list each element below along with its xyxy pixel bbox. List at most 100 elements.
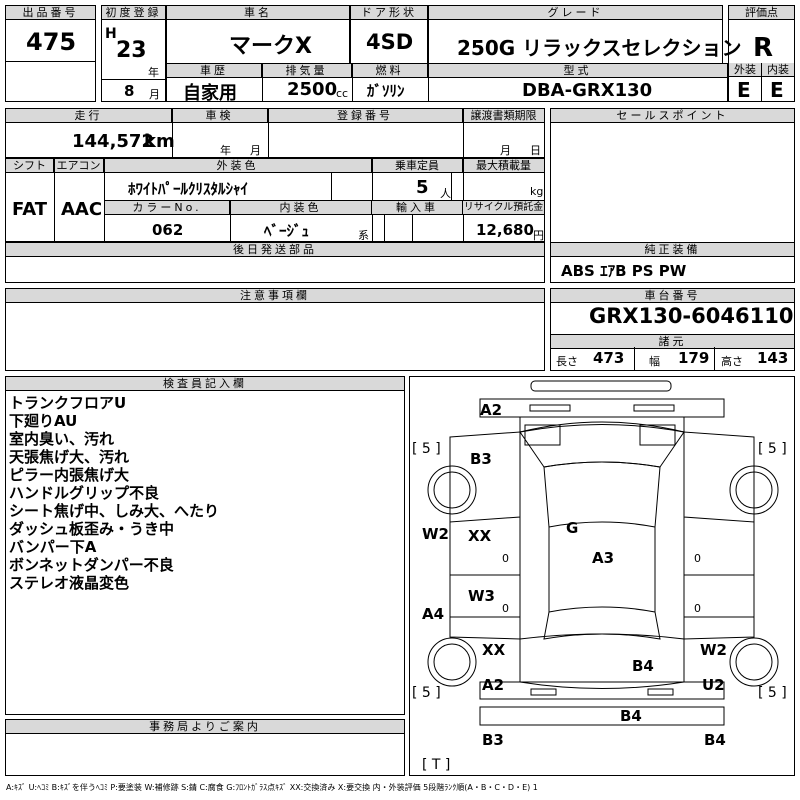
height: 143 (757, 349, 789, 367)
equipment: ABS ｴｱB PS PW (561, 262, 687, 280)
car-name-label: 車名 (167, 6, 349, 20)
load-label: 最大積載量 (463, 159, 544, 173)
score: R (753, 33, 774, 63)
recycle-unit: 円 (533, 229, 544, 242)
shift-label: シフト (6, 159, 54, 173)
sales-point-box: セールスポイント (550, 108, 795, 255)
tire-front-right: [ 5 ] (758, 441, 787, 457)
note-line: 下廻りAU (9, 412, 78, 430)
year-unit: 年 (148, 66, 159, 79)
model-label: 型式 (428, 64, 727, 78)
lot-label: 出品番号 (6, 6, 95, 20)
mileage-unit: km (144, 131, 175, 152)
fuel-label: 燃料 (352, 64, 428, 78)
import-label: 輸入車 (372, 201, 463, 215)
transfer-month-unit: 月 (500, 144, 511, 157)
exterior-color: ﾎﾜｲﾄﾊﾟｰﾙｸﾘｽﾀﾙｼｬｲ (128, 180, 249, 198)
door-type: 4SD (366, 30, 414, 54)
ext-grade: E (737, 78, 751, 102)
history-label: 車歴 (167, 64, 262, 78)
note-line: 天張焦げ大、汚れ (9, 448, 130, 466)
model-code: DBA-GRX130 (522, 80, 653, 101)
history: 自家用 (183, 83, 237, 104)
color-label: 外装色 (104, 159, 372, 173)
lot-box: 出品番号 475 (5, 5, 96, 102)
displacement: 2500 (287, 79, 338, 100)
grade-label: グレード (429, 6, 722, 20)
registration-box: 初度登録 H 23 年 8 月 (101, 5, 166, 102)
note-line: ステレオ液晶変色 (9, 574, 130, 592)
interior-color: ﾍﾞｰｼﾞｭ (264, 222, 310, 240)
damage-b4-rear-bumper: B4 (620, 707, 642, 725)
inspection-label: 車検 (172, 109, 268, 123)
office-box: 事務局よりご案内 (5, 719, 405, 776)
car-name-box: 車名 マークX (166, 5, 350, 64)
int-grade: E (770, 78, 784, 102)
damage-w2-right: W2 (700, 641, 727, 659)
transfer-day-unit: 日 (530, 144, 541, 157)
row2-box: 走行 車検 登録番号 譲渡書類期限 144,572 km 年 月 月 日 (5, 108, 545, 158)
sales-point-label: セールスポイント (551, 109, 794, 123)
chassis-number: GRX130-6046110 (589, 304, 794, 328)
score-box: 評価点 R 外装 内装 E E (728, 5, 795, 102)
note-line: トランクフロアU (9, 394, 127, 412)
month-unit: 月 (149, 88, 160, 101)
damage-b3-front-left: B3 (470, 450, 492, 468)
inspector-notes-box: 検査員記入欄 トランクフロアU 下廻りAU 室内臭い、汚れ 天張焦げ大、汚れ ピ… (5, 376, 405, 715)
notes-list: トランクフロアU 下廻りAU 室内臭い、汚れ 天張焦げ大、汚れ ピラー内張焦げ大… (9, 394, 219, 592)
registration-label: 初度登録 (102, 6, 165, 20)
length-label: 長さ (556, 355, 578, 368)
int-label: 内装 (762, 63, 794, 77)
reg-year: 23 (116, 38, 147, 63)
reg-month: 8 (124, 82, 135, 100)
specs-label: 諸元 (551, 334, 794, 349)
damage-u2-rear: U2 (702, 676, 725, 694)
door-box: ドア形状 4SD (350, 5, 428, 64)
transfer-label: 譲渡書類期限 (463, 109, 544, 123)
damage-w2-left: W2 (422, 525, 449, 543)
damage-g-windshield: G (566, 519, 579, 537)
capacity-label: 乗車定員 (372, 159, 463, 173)
grade-box: グレード 250G リラックスセレクション (428, 5, 742, 64)
legend: A:ｷｽﾞ U:ﾍｺﾐ B:ｷｽﾞを伴うﾍｺﾐ P:要塗装 W:補修跡 S:錆 … (6, 783, 538, 792)
displacement-label: 排気量 (262, 64, 352, 78)
mileage: 144,572 (72, 131, 154, 152)
inspection-year-unit: 年 (220, 144, 231, 157)
damage-b3-rear-left: B3 (482, 731, 504, 749)
mileage-label: 走行 (6, 109, 172, 123)
damage-b4-rear: B4 (632, 657, 654, 675)
inspector-notes-label: 検査員記入欄 (6, 377, 404, 391)
capacity-unit: 人 (440, 187, 451, 200)
recycle-label: リサイクル預託金 (463, 201, 544, 215)
history-box: 車歴 排気量 燃料 型式 自家用 2500 cc ｶﾞｿﾘﾝ DBA-GRX13… (166, 63, 728, 104)
length: 473 (593, 349, 625, 367)
equipment-box: 純正装備 ABS ｴｱB PS PW (550, 242, 795, 283)
width: 179 (678, 349, 710, 367)
ac-label: エアコン (54, 159, 104, 173)
later-parts-label: 後日発送部品 (6, 243, 544, 257)
note-line: ダッシュ板歪み・うき中 (9, 520, 175, 538)
zero-mark: 0 (502, 552, 509, 565)
zero-mark: 0 (694, 602, 701, 615)
recycle-fee: 12,680 (476, 221, 534, 239)
note-line: シート焦げ中、しみ大、へたり (9, 502, 220, 520)
later-parts-box: 後日発送部品 (5, 242, 545, 283)
damage-xx-left-front-door: XX (468, 527, 492, 545)
note-line: ピラー内張焦げ大 (9, 466, 130, 484)
fuel: ｶﾞｿﾘﾝ (367, 82, 405, 100)
note-line: ハンドルグリップ不良 (9, 484, 160, 502)
equipment-label: 純正装備 (551, 243, 794, 257)
car-diagram-box: A2 B3 G A3 W2 XX W3 A4 XX B4 W2 A2 U2 B4… (409, 376, 795, 776)
zero-mark: 0 (502, 602, 509, 615)
note-line: 室内臭い、汚れ (9, 430, 115, 448)
ext-label: 外装 (729, 63, 762, 77)
lot-number: 475 (26, 28, 77, 56)
inspection-month-unit: 月 (250, 144, 261, 157)
damage-a2-front: A2 (480, 401, 503, 419)
ac: AAC (61, 199, 103, 220)
chassis-box: 車台番号 GRX130-6046110 諸元 長さ 473 幅 179 高さ 1… (550, 288, 795, 371)
office-label: 事務局よりご案内 (6, 720, 404, 734)
car-name: マークX (229, 34, 312, 59)
damage-w3-left: W3 (468, 587, 495, 605)
row3-box: シフト エアコン 外装色 乗車定員 最大積載量 FAT AAC ﾎﾜｲﾄﾊﾟｰﾙ… (5, 158, 545, 242)
